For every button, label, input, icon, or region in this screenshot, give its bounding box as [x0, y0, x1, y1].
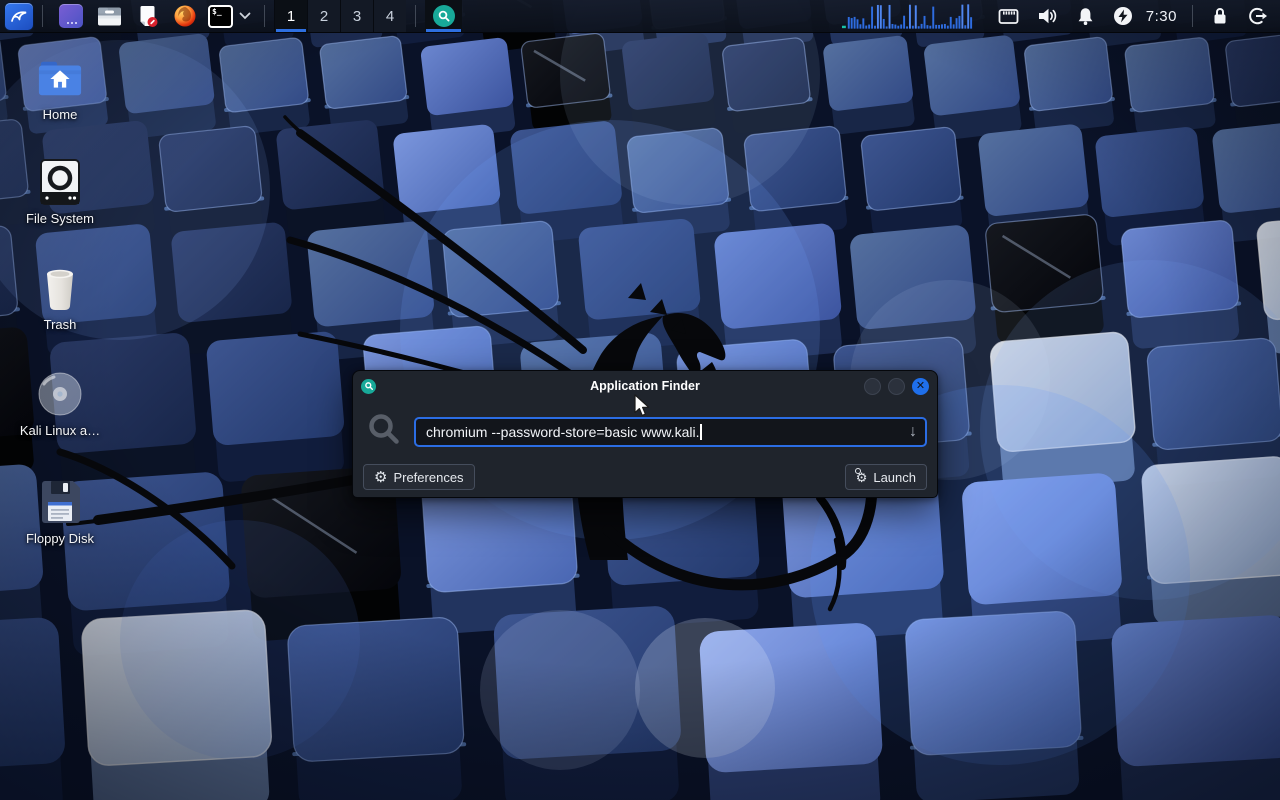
preferences-button[interactable]: Preferences — [363, 464, 475, 490]
desktop-icon-floppy[interactable]: Floppy Disk — [10, 478, 110, 546]
text-caret — [700, 424, 702, 440]
app-finder-icon — [433, 5, 455, 27]
clock[interactable]: 7:30 — [1146, 8, 1177, 25]
launch-gear-icon — [856, 470, 868, 485]
logout-icon[interactable] — [1247, 6, 1268, 26]
cpu-graph[interactable] — [841, 3, 975, 30]
terminal-button[interactable]: $_ — [208, 5, 233, 28]
desktop-icon-kali-cd[interactable]: Kali Linux a… — [10, 370, 110, 438]
hard-drive-icon — [36, 158, 84, 206]
panel-separator — [42, 5, 43, 27]
home-folder-icon — [36, 54, 84, 102]
gear-icon — [374, 470, 387, 485]
dropdown-arrow-icon[interactable] — [909, 424, 917, 440]
file-manager-button[interactable] — [97, 0, 122, 32]
desktop-icon-home[interactable]: Home — [10, 54, 110, 122]
cd-disc-icon — [36, 370, 84, 418]
panel-separator — [415, 5, 416, 27]
mouse-cursor — [634, 394, 652, 418]
chevron-down-icon[interactable] — [239, 7, 251, 25]
window-switcher-icon — [59, 4, 83, 28]
window-title: Application Finder — [353, 379, 937, 393]
power-manager-icon[interactable] — [1113, 6, 1133, 26]
terminal-icon: $_ — [212, 7, 222, 16]
panel-separator — [264, 5, 265, 27]
workspace-4[interactable]: 4 — [373, 0, 406, 32]
application-finder-window: Application Finder ✕ chromium --password… — [352, 370, 938, 498]
desktop-icon-file-system[interactable]: File System — [10, 158, 110, 226]
maximize-button[interactable] — [888, 378, 905, 395]
app-finder-task-button[interactable] — [425, 0, 462, 32]
text-editor-button[interactable] — [136, 0, 159, 32]
trash-can-icon — [36, 264, 84, 312]
minimize-button[interactable] — [864, 378, 881, 395]
firefox-button[interactable] — [173, 0, 197, 32]
desktop: $_ 1 2 3 4 — [0, 0, 1280, 800]
firefox-icon — [173, 4, 197, 28]
window-app-icon — [361, 379, 376, 394]
workspace-2[interactable]: 2 — [307, 0, 340, 32]
notifications-bell-icon[interactable] — [1076, 6, 1095, 26]
window-switcher-button[interactable] — [59, 0, 83, 32]
network-icon[interactable] — [998, 8, 1019, 25]
top-panel: $_ 1 2 3 4 — [0, 0, 1280, 33]
search-icon — [367, 412, 401, 451]
floppy-disk-icon — [36, 478, 84, 526]
close-button[interactable]: ✕ — [912, 378, 929, 395]
panel-separator — [1192, 5, 1193, 27]
folder-icon — [97, 6, 122, 27]
search-query: chromium --password-store=basic www.kali… — [426, 424, 699, 440]
launch-button[interactable]: Launch — [845, 464, 927, 490]
desktop-icon-trash[interactable]: Trash — [10, 264, 110, 332]
document-icon — [136, 5, 159, 28]
kali-logo-icon — [9, 6, 29, 26]
search-input[interactable]: chromium --password-store=basic www.kali… — [414, 417, 927, 447]
volume-icon[interactable] — [1037, 6, 1058, 26]
lock-icon[interactable] — [1211, 6, 1229, 26]
workspace-1[interactable]: 1 — [274, 0, 307, 32]
kali-menu-button[interactable] — [5, 3, 33, 30]
workspace-3[interactable]: 3 — [340, 0, 373, 32]
